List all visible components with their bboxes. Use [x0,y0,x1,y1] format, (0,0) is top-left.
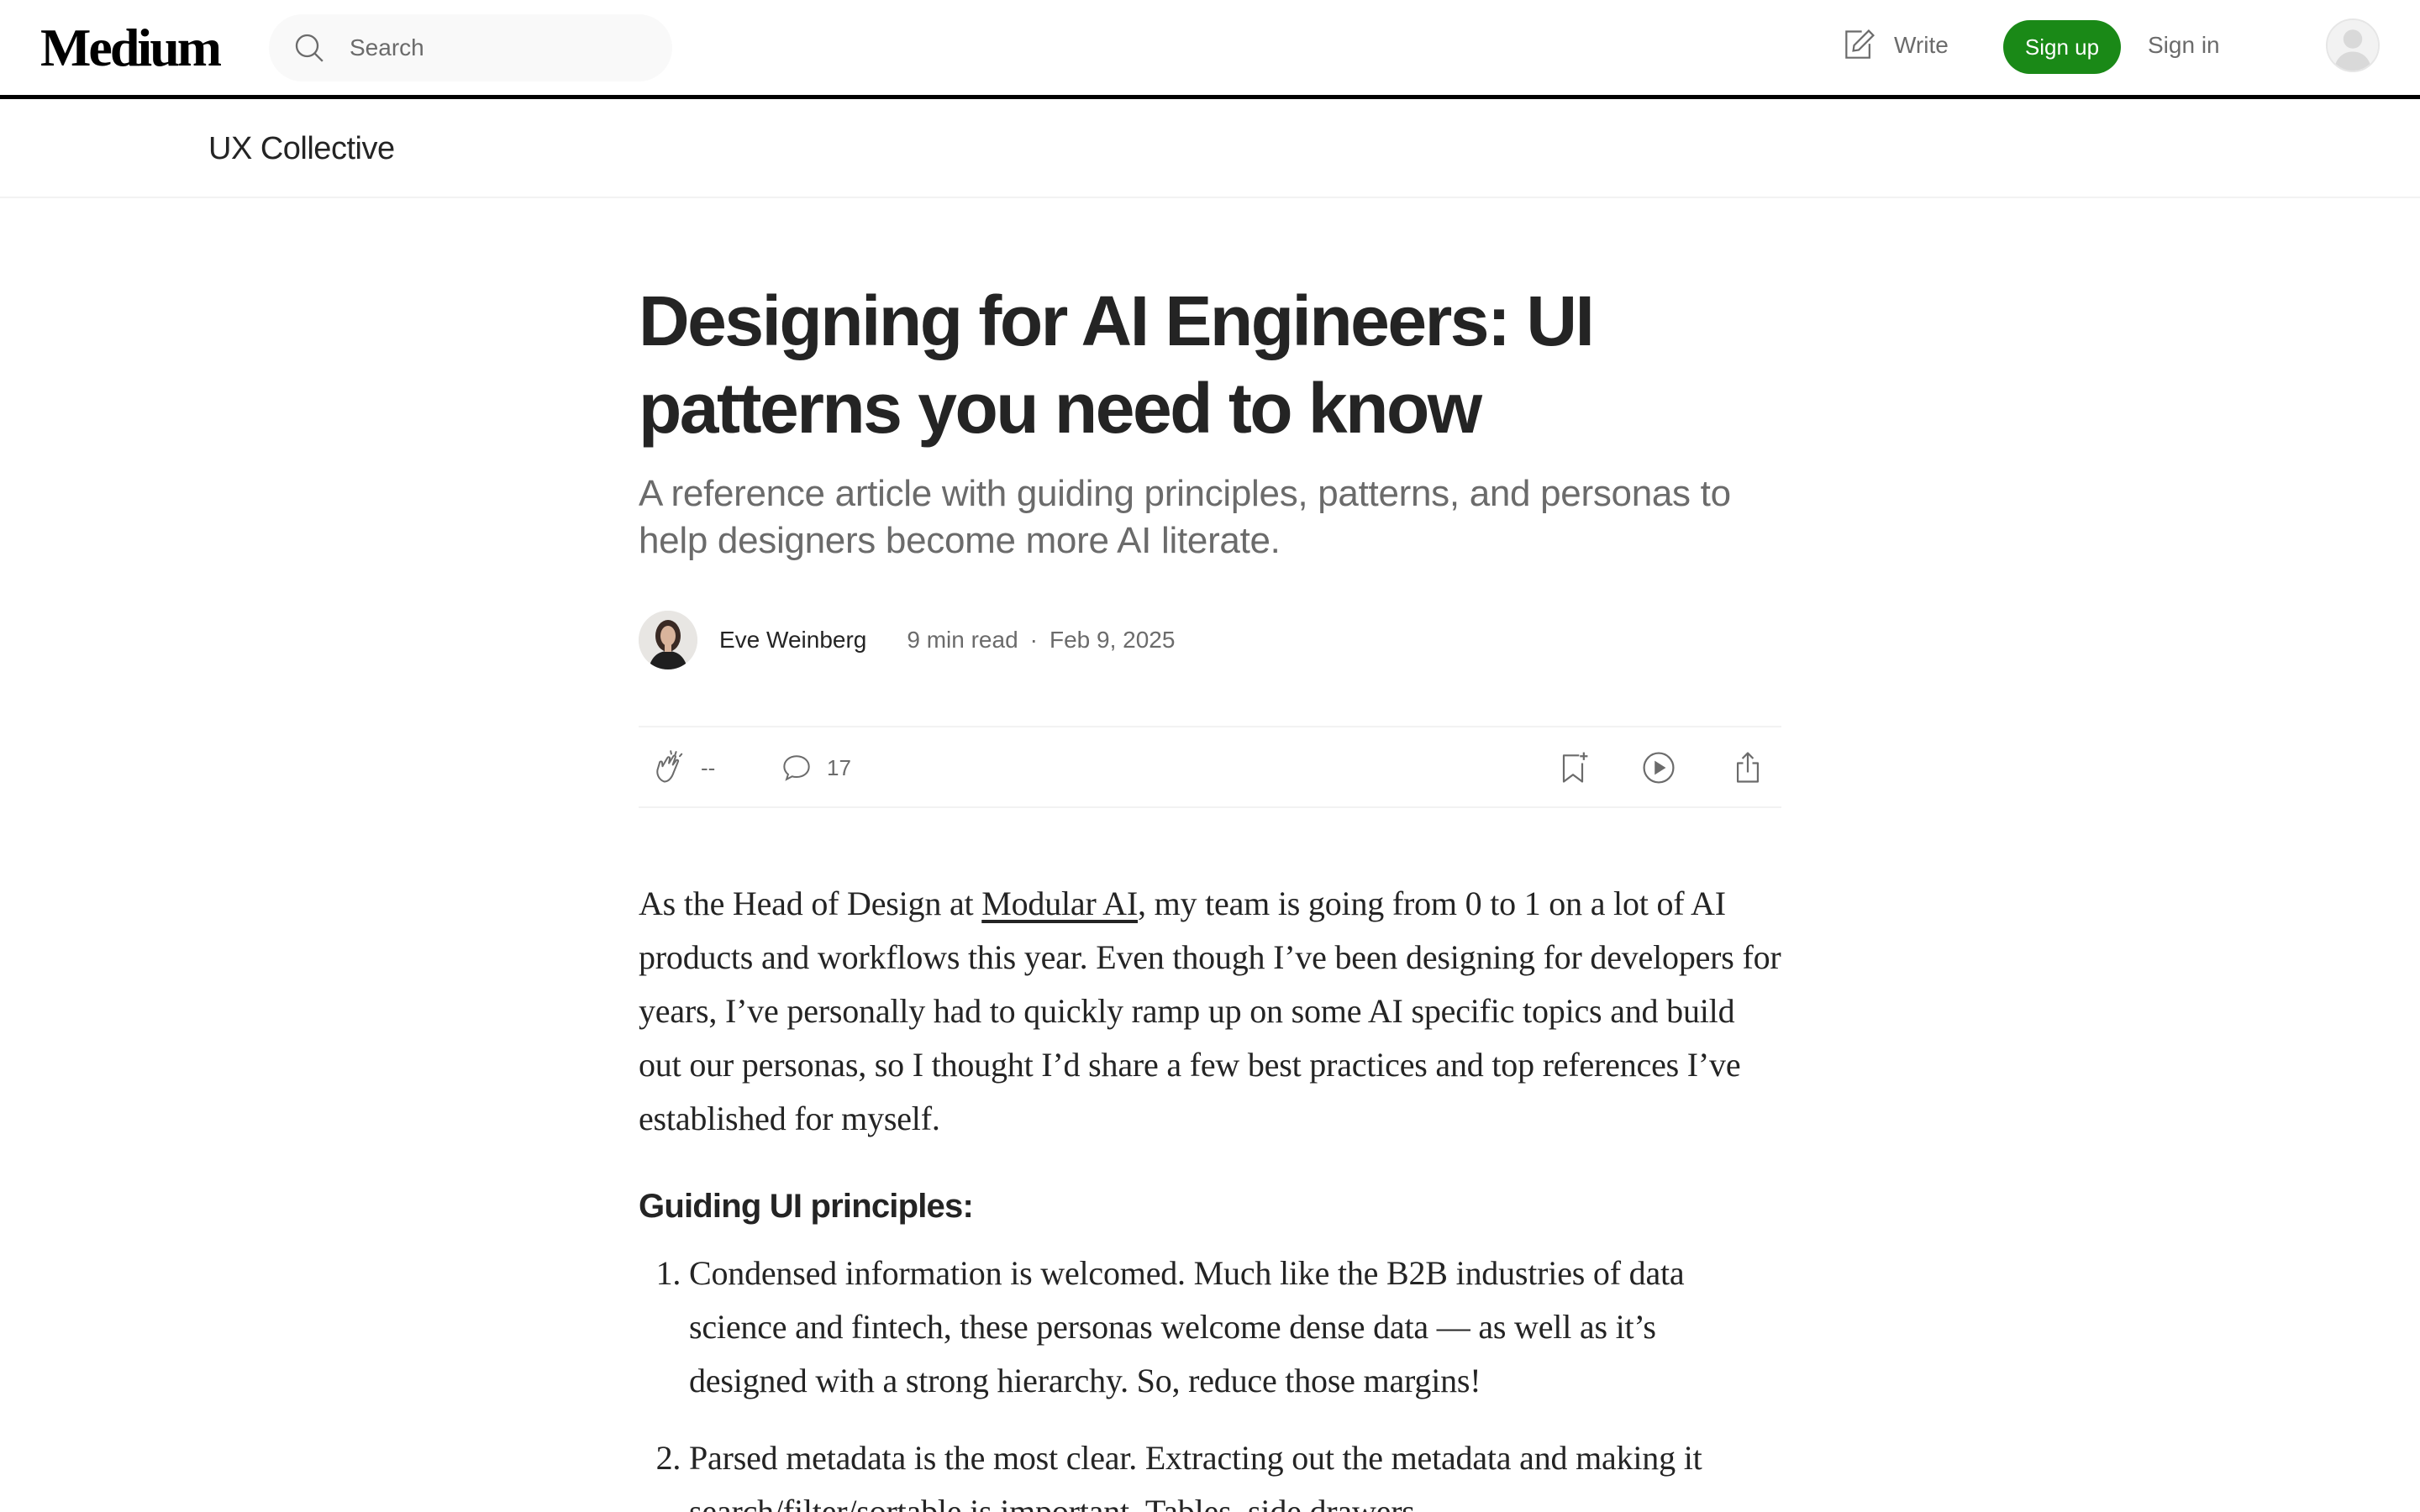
article-title: Designing for AI Engineers: UI patterns … [639,281,1595,448]
clap-count: -- [701,754,716,780]
share-icon [1736,752,1760,783]
top-nav: Medium Write Sign up Sign in [0,0,2420,95]
article-action-bar: -- 17 [639,726,1781,808]
list-item: Condensed information is welcomed. Much … [689,1247,1781,1408]
intro-text-end: , my team is going from 0 to 1 on a lot … [639,885,1781,1137]
share-button[interactable] [1729,749,1766,786]
default-avatar-icon [2328,20,2378,71]
write-button[interactable]: Write [1840,27,1949,64]
publish-date: Feb 9, 2025 [1049,627,1176,653]
meta-separator: · [1029,627,1038,653]
article-subtitle: A reference article with guiding princip… [639,473,1731,561]
search-icon [295,34,324,62]
save-button[interactable] [1555,749,1591,786]
search-input[interactable] [350,34,652,61]
search-bar[interactable] [269,14,672,81]
article-meta: 9 min read · Feb 9, 2025 [907,627,1175,654]
response-count: 17 [827,754,851,780]
article-body: As the Head of Design at Modular AI, my … [639,877,1781,1512]
medium-logo[interactable]: Medium [40,18,222,77]
byline: Eve Weinberg 9 min read · Feb 9, 2025 [639,610,1175,670]
section-heading: Guiding UI principles: [639,1188,974,1225]
article-header: Designing for AI Engineers: UI patterns … [639,277,1781,564]
user-avatar-icon[interactable] [2326,18,2380,72]
play-icon [1643,752,1675,784]
intro-paragraph: As the Head of Design at Modular AI, my … [639,877,1781,1146]
author-avatar[interactable] [639,611,697,669]
author-name[interactable]: Eve Weinberg [719,627,866,654]
list-item: Parsed metadata is the most clear. Extra… [689,1431,1781,1512]
write-icon [1845,29,1875,59]
modular-ai-link[interactable]: Modular AI [981,885,1138,922]
clap-icon [656,750,683,783]
bookmark-add-icon [1562,752,1588,783]
listen-button[interactable] [1640,749,1677,786]
responses-button[interactable]: 17 [778,749,851,786]
publication-bar: UX Collective [0,99,2420,198]
publication-name[interactable]: UX Collective [208,131,395,167]
sign-up-button[interactable]: Sign up [2003,20,2121,74]
principles-list: Condensed information is welcomed. Much … [639,1247,1781,1512]
write-label: Write [1894,32,1949,58]
sign-in-link[interactable]: Sign in [2148,32,2220,59]
clap-button[interactable]: -- [652,749,715,786]
comment-icon [783,755,810,781]
read-time: 9 min read [907,627,1018,653]
intro-text-start: As the Head of Design at [639,885,982,922]
author-photo-icon [639,611,697,669]
